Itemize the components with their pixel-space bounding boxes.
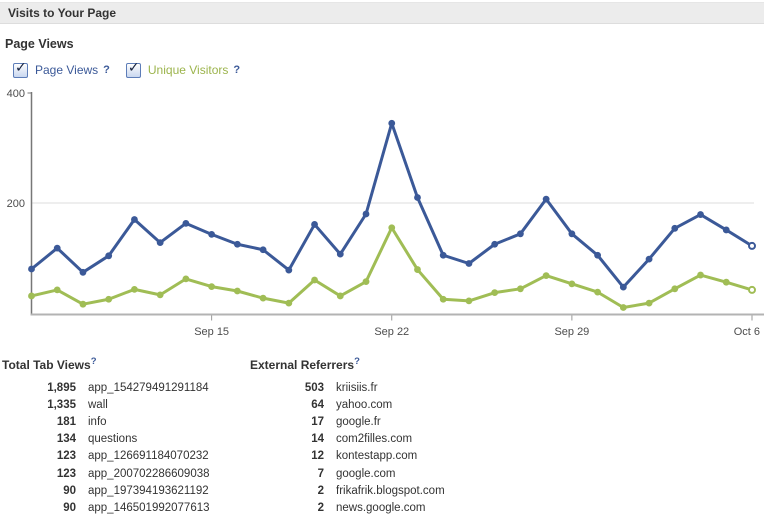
list-row: 14 com2filles.com	[250, 431, 445, 448]
row-value: 134	[2, 433, 76, 445]
external-referrers-list: 503 kriisiis.fr 64 yahoo.com 17 google.fr 14 co…	[250, 379, 445, 517]
section-title: Page Views	[5, 37, 74, 51]
total-tab-views-help-icon[interactable]: ?	[91, 356, 97, 367]
row-label: wall	[88, 399, 108, 411]
row-label: kontestapp.com	[336, 450, 417, 462]
row-label: yahoo.com	[336, 399, 392, 411]
total-tab-views-title: Total Tab Views?	[2, 356, 210, 372]
external-referrers-title: External Referrers?	[250, 356, 445, 372]
page-views-checkbox[interactable]	[13, 63, 28, 78]
row-value: 503	[250, 382, 324, 394]
svg-text:Sep 22: Sep 22	[374, 326, 409, 338]
row-value: 1,335	[2, 399, 76, 411]
row-value: 12	[250, 450, 324, 462]
list-row: 17 google.fr	[250, 413, 445, 430]
legend-label-unique-visitors: Unique Visitors	[148, 63, 228, 77]
list-row: 181 info	[2, 413, 210, 430]
row-value: 181	[2, 416, 76, 428]
svg-text:Oct 6: Oct 6	[734, 326, 760, 338]
svg-text:400: 400	[7, 88, 25, 100]
row-label: questions	[88, 433, 137, 445]
row-value: 2	[250, 502, 324, 514]
list-row: 134 questions	[2, 431, 210, 448]
list-row: 64 yahoo.com	[250, 396, 445, 413]
row-label: google.fr	[336, 416, 381, 428]
chart-area: 200 400 Sep 15 Sep 22 Sep 29 Oct 6	[0, 86, 764, 342]
row-value: 14	[250, 433, 324, 445]
row-value: 64	[250, 399, 324, 411]
visits-chart: 200 400 Sep 15 Sep 22 Sep 29 Oct 6	[0, 86, 764, 342]
row-value: 2	[250, 485, 324, 497]
list-row: 123 app_126691184070232	[2, 448, 210, 465]
svg-text:Sep 29: Sep 29	[554, 326, 589, 338]
list-row: 7 google.com	[250, 465, 445, 482]
panel-header: Visits to Your Page	[0, 2, 764, 24]
svg-text:Sep 15: Sep 15	[194, 326, 229, 338]
row-value: 1,895	[2, 382, 76, 394]
list-row: 90 app_197394193621192	[2, 482, 210, 499]
unique-visitors-checkbox[interactable]	[126, 63, 141, 78]
list-row: 1,335 wall	[2, 396, 210, 413]
chart-legend: Page Views ? Unique Visitors ?	[13, 62, 240, 78]
row-label: app_146501992077613	[88, 502, 210, 514]
row-value: 123	[2, 450, 76, 462]
row-value: 123	[2, 468, 76, 480]
row-label: app_126691184070232	[88, 450, 209, 462]
list-row: 2 frikafrik.blogspot.com	[250, 482, 445, 499]
row-label: app_197394193621192	[88, 485, 209, 497]
row-label: kriisiis.fr	[336, 382, 378, 394]
visits-panel: Visits to Your Page Page Views Page View…	[0, 0, 764, 522]
row-label: info	[88, 416, 107, 428]
svg-text:200: 200	[7, 198, 25, 210]
external-referrers-section: External Referrers? 503 kriisiis.fr 64 yaho…	[250, 356, 445, 517]
unique-visitors-help-icon[interactable]: ?	[233, 64, 240, 76]
external-referrers-help-icon[interactable]: ?	[354, 356, 360, 367]
list-row: 1,895 app_154279491291184	[2, 379, 210, 396]
list-row: 2 news.google.com	[250, 499, 445, 516]
list-row: 12 kontestapp.com	[250, 448, 445, 465]
row-value: 17	[250, 416, 324, 428]
total-tab-views-list: 1,895 app_154279491291184 1,335 wall 181 info…	[2, 379, 210, 517]
row-value: 7	[250, 468, 324, 480]
row-value: 90	[2, 485, 76, 497]
legend-label-page-views: Page Views	[35, 63, 98, 77]
row-label: com2filles.com	[336, 433, 412, 445]
page-views-help-icon[interactable]: ?	[103, 64, 110, 76]
list-row: 90 app_146501992077613	[2, 499, 210, 516]
total-tab-views-section: Total Tab Views? 1,895 app_15427949129118…	[2, 356, 210, 517]
row-label: app_200702286609038	[88, 468, 210, 480]
list-row: 503 kriisiis.fr	[250, 379, 445, 396]
row-label: frikafrik.blogspot.com	[336, 485, 445, 497]
row-label: app_154279491291184	[88, 382, 209, 394]
panel-title: Visits to Your Page	[8, 6, 116, 20]
row-label: google.com	[336, 468, 395, 480]
row-label: news.google.com	[336, 502, 426, 514]
list-row: 123 app_200702286609038	[2, 465, 210, 482]
row-value: 90	[2, 502, 76, 514]
